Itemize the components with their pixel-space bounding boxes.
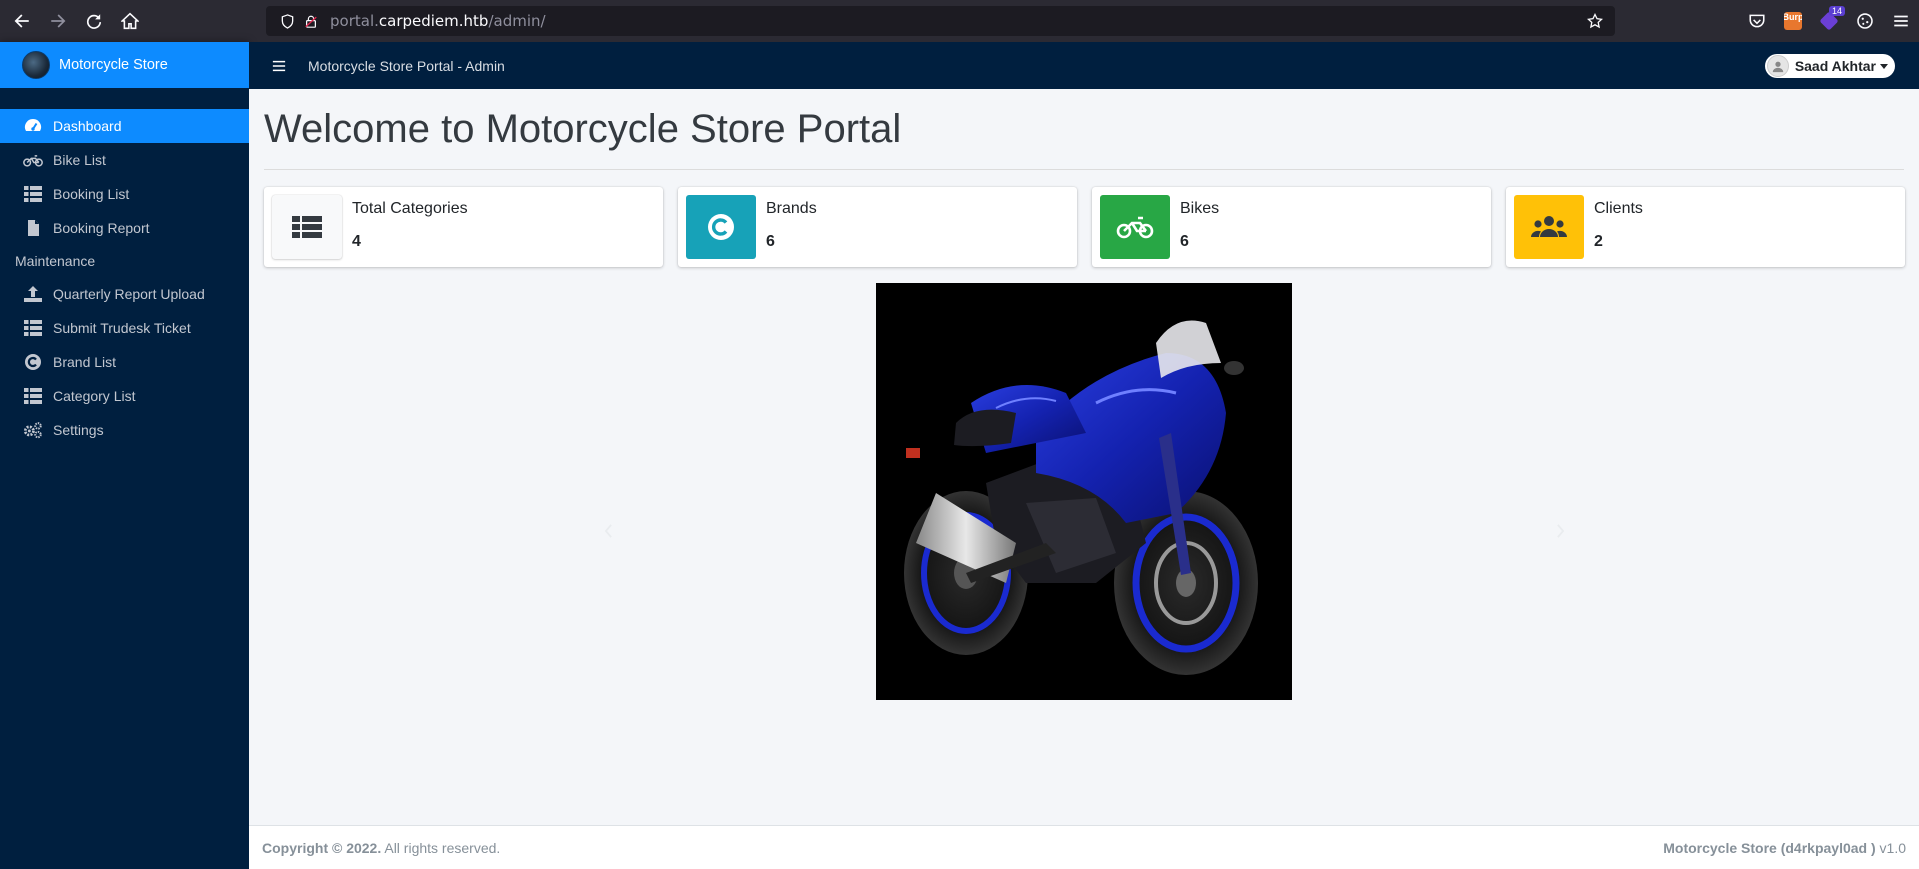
info-box-total-categories: Total Categories 4 — [264, 187, 663, 267]
th-list-icon — [272, 195, 342, 259]
sidebar-item-label: Settings — [53, 422, 104, 438]
sidebar-item-booking-list[interactable]: Booking List — [0, 177, 249, 211]
info-box-clients: Clients 2 — [1506, 187, 1905, 267]
burp-extension-label: Burp — [1784, 12, 1802, 30]
sidebar-item-label: Brand List — [53, 354, 117, 370]
sidebar-item-brand-list[interactable]: Brand List — [0, 345, 249, 379]
brand-logo — [22, 51, 50, 79]
list-icon — [22, 386, 44, 406]
forward-icon[interactable] — [40, 3, 76, 39]
motorcycle-icon — [22, 150, 44, 170]
sidebar-item-label: Quarterly Report Upload — [53, 286, 205, 302]
url-prefix: portal. — [330, 12, 379, 30]
url-host: carpediem.htb — [378, 12, 489, 30]
list-icon — [22, 318, 44, 338]
sidebar-item-label: Booking List — [53, 186, 130, 202]
sidebar-menu: Dashboard Bike List Booking List Booking… — [0, 109, 249, 447]
brand-link[interactable]: Motorcycle Store — [0, 42, 249, 88]
info-box-label: Clients — [1594, 200, 1643, 217]
footer-version-number: v1.0 — [1875, 839, 1906, 856]
sidebar-item-booking-report[interactable]: Booking Report — [0, 211, 249, 245]
info-box-value: 4 — [352, 233, 361, 250]
motorcycle-icon — [1100, 195, 1170, 259]
topnav-title[interactable]: Motorcycle Store Portal - Admin — [308, 58, 505, 74]
back-icon[interactable] — [4, 3, 40, 39]
sidebar-item-label: Category List — [53, 388, 136, 404]
sidebar-item-quarterly-report-upload[interactable]: Quarterly Report Upload — [0, 277, 249, 311]
footer: Copyright © 2022. All rights reserved. M… — [249, 825, 1919, 869]
users-icon — [1514, 195, 1584, 259]
browser-toolbar: portal.carpediem.htb/admin/ Burp 14 — [0, 0, 1919, 42]
sidebar: Motorcycle Store Dashboard Bike List Boo… — [0, 42, 249, 869]
info-box-brands: Brands 6 — [678, 187, 1077, 267]
url-text[interactable]: portal.carpediem.htb/admin/ — [330, 12, 546, 30]
extension-icon[interactable]: 14 — [1811, 3, 1847, 39]
footer-version: Motorcycle Store (d4rkpayl0ad ) v1.0 — [1663, 840, 1906, 856]
list-icon — [22, 184, 44, 204]
hamburger-menu-icon[interactable] — [270, 57, 288, 75]
info-box-value: 6 — [1180, 233, 1189, 250]
footer-copyright-rest: All rights reserved. — [381, 839, 501, 856]
info-box-value: 6 — [766, 233, 775, 250]
tracking-shield-icon[interactable] — [274, 8, 300, 34]
avatar — [1766, 55, 1789, 77]
sidebar-item-label: Booking Report — [53, 220, 150, 236]
reload-icon[interactable] — [76, 3, 112, 39]
home-icon[interactable] — [112, 3, 148, 39]
info-box-value: 2 — [1594, 233, 1603, 250]
footer-copyright: Copyright © 2022. All rights reserved. — [262, 840, 500, 856]
upload-icon — [22, 284, 44, 304]
footer-copyright-bold: Copyright © 2022. — [262, 839, 382, 856]
url-path: /admin/ — [488, 12, 546, 30]
brand-text: Motorcycle Store — [59, 57, 168, 73]
user-name: Saad Akhtar — [1794, 58, 1876, 74]
url-bar[interactable]: portal.carpediem.htb/admin/ — [266, 6, 1615, 36]
sidebar-item-bike-list[interactable]: Bike List — [0, 143, 249, 177]
sidebar-item-label: Bike List — [53, 152, 106, 168]
browser-toolbar-right: Burp 14 — [1739, 0, 1919, 42]
app-menu-icon[interactable] — [1883, 3, 1919, 39]
sidebar-item-category-list[interactable]: Category List — [0, 379, 249, 413]
browser-nav-buttons — [4, 3, 148, 39]
copyright-icon — [22, 352, 44, 372]
title-divider — [264, 169, 1904, 170]
insecure-lock-icon[interactable] — [300, 8, 322, 34]
file-icon — [22, 218, 44, 238]
page-title: Welcome to Motorcycle Store Portal — [264, 107, 902, 151]
bookmark-star-icon[interactable] — [1583, 9, 1607, 33]
info-box-label: Total Categories — [352, 200, 468, 217]
sidebar-item-label: Dashboard — [53, 118, 122, 134]
carousel-slide-image — [876, 283, 1292, 700]
sidebar-item-submit-trudesk-ticket[interactable]: Submit Trudesk Ticket — [0, 311, 249, 345]
info-box-bikes: Bikes 6 — [1092, 187, 1491, 267]
footer-app-name: Motorcycle Store (d4rkpayl0ad ) — [1663, 839, 1876, 856]
carousel-prev-icon[interactable] — [599, 521, 617, 541]
sidebar-item-dashboard[interactable]: Dashboard — [0, 109, 249, 143]
cogs-icon — [22, 420, 44, 440]
app: Motorcycle Store Dashboard Bike List Boo… — [0, 42, 1919, 869]
user-dropdown-button[interactable]: Saad Akhtar — [1764, 54, 1895, 78]
sidebar-item-label: Submit Trudesk Ticket — [53, 320, 191, 336]
info-box-label: Brands — [766, 200, 817, 217]
motorcycle-image — [904, 320, 1258, 675]
chevron-down-icon — [1880, 63, 1888, 69]
copyright-icon — [686, 195, 756, 259]
pocket-icon[interactable] — [1739, 3, 1775, 39]
info-box-label: Bikes — [1180, 200, 1220, 217]
burp-extension-icon[interactable]: Burp — [1775, 3, 1811, 39]
sidebar-section-header: Maintenance — [15, 253, 96, 269]
sidebar-item-settings[interactable]: Settings — [0, 413, 249, 447]
extension-badge: 14 — [1828, 6, 1845, 16]
carousel-next-icon[interactable] — [1551, 521, 1569, 541]
cookie-icon[interactable] — [1847, 3, 1883, 39]
tachometer-icon — [22, 116, 44, 136]
top-navbar: Motorcycle Store Portal - Admin Saad Akh… — [249, 42, 1919, 89]
